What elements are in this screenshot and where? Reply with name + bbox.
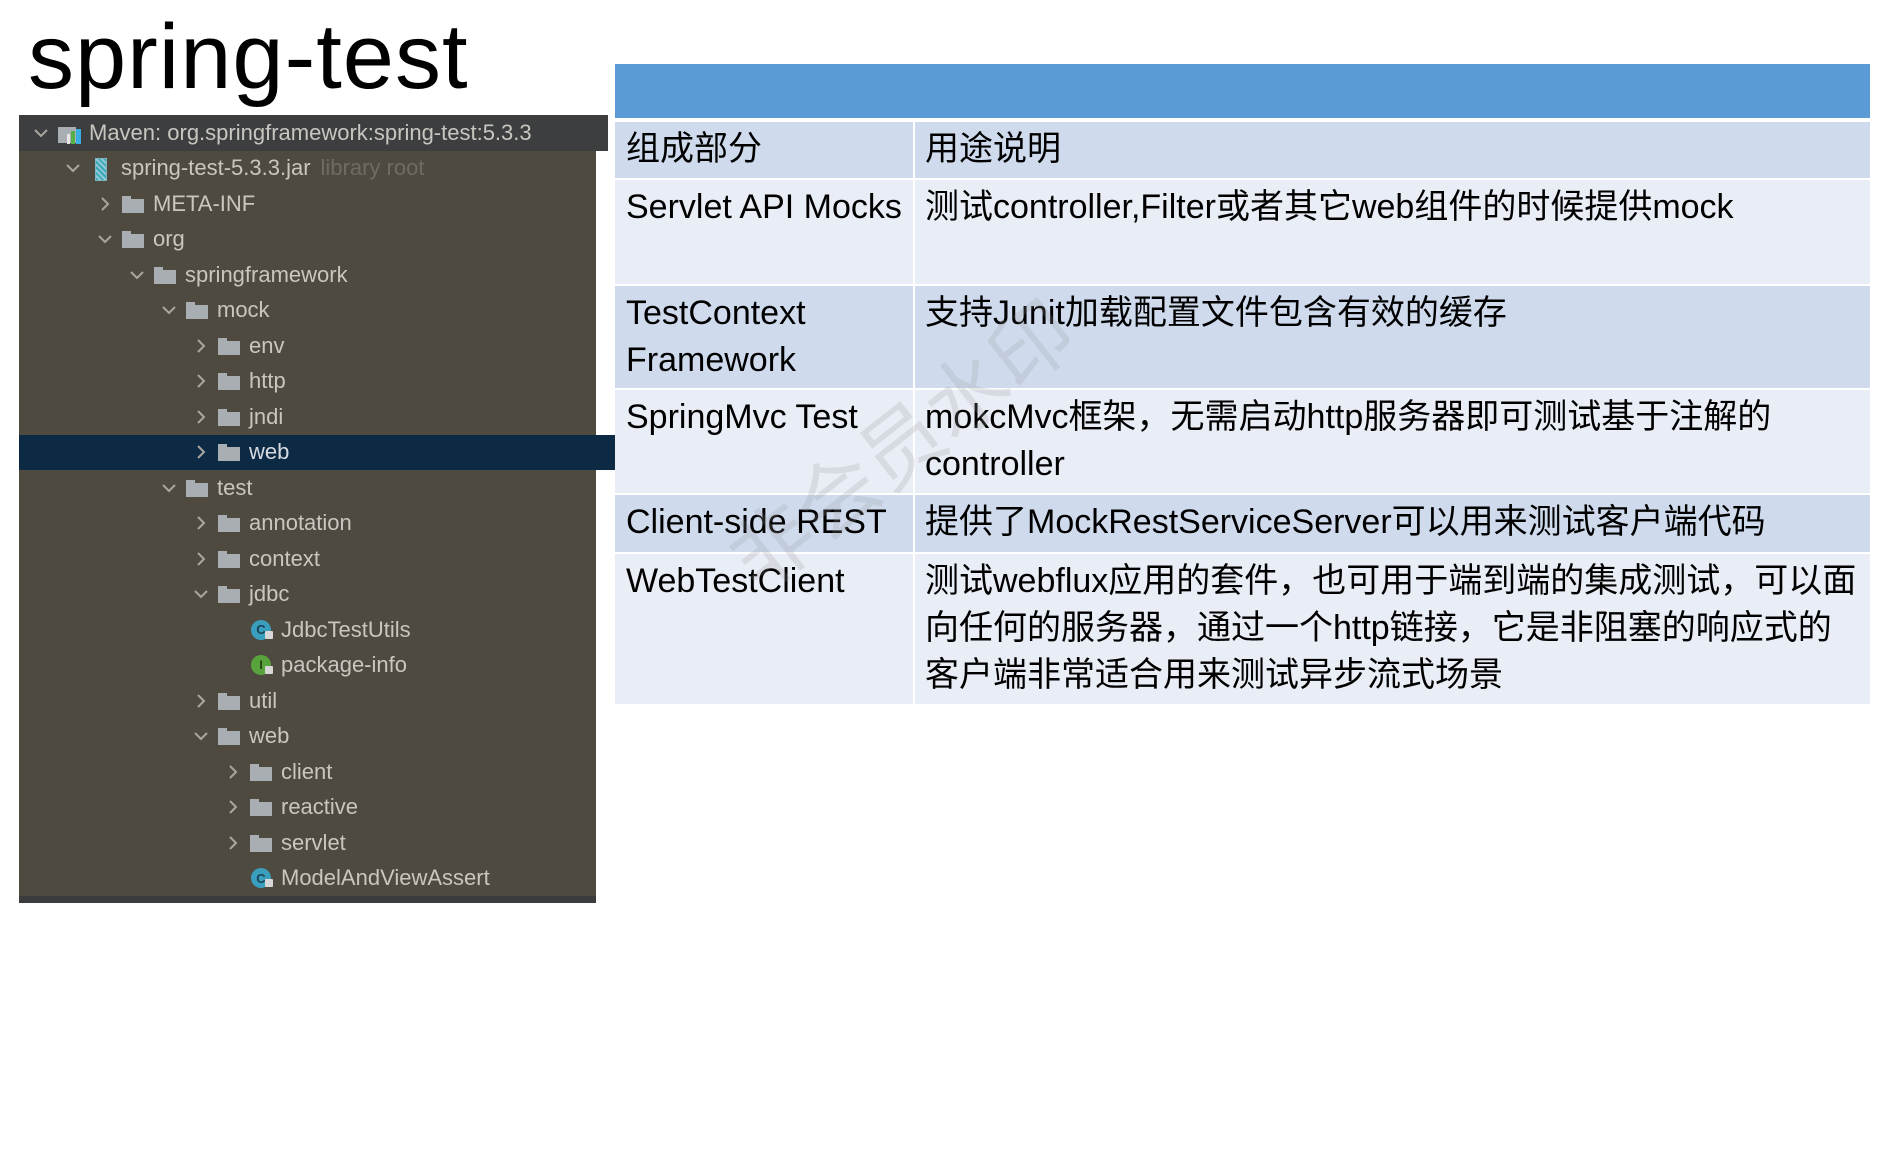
folder-icon — [217, 406, 243, 428]
tree-item[interactable]: C ModelAndViewAssert — [19, 861, 800, 897]
folder-icon — [249, 761, 275, 783]
folder-icon — [217, 512, 243, 534]
chevron-down-icon[interactable] — [191, 584, 211, 604]
tree-item-label: annotation — [249, 510, 352, 536]
tree-item-label: jdbc — [249, 581, 290, 607]
component-cell: TestContext Framework — [615, 286, 915, 388]
tree-item[interactable]: web — [19, 719, 768, 755]
table-row: TestContext Framework 支持Junit加载配置文件包含有效的… — [615, 286, 1870, 390]
component-cell: Client-side REST — [615, 495, 915, 552]
chevron-right-icon[interactable] — [191, 407, 211, 427]
tree-item[interactable]: servlet — [19, 825, 800, 861]
folder-icon — [185, 477, 211, 499]
project-tree-panel: Maven: org.springframework:spring-test:5… — [19, 115, 768, 903]
description-cell: 支持Junit加载配置文件包含有效的缓存 — [925, 294, 1507, 332]
chevron-down-icon[interactable] — [31, 123, 51, 143]
chevron-right-icon[interactable] — [223, 833, 243, 853]
table-row: WebTestClient 测试webflux应用的套件，也可用于端到端的集成测… — [615, 554, 1870, 706]
chevron-right-icon[interactable] — [191, 336, 211, 356]
tree-item-label: ModelAndViewAssert — [281, 865, 490, 891]
tree-item[interactable]: reactive — [19, 790, 800, 826]
class-icon: C — [249, 867, 275, 889]
tree-item[interactable]: Maven: org.springframework:spring-test:5… — [19, 115, 608, 151]
folder-icon — [153, 264, 179, 286]
folder-icon — [217, 335, 243, 357]
tree-item[interactable]: client — [19, 754, 800, 790]
jar-icon — [89, 157, 115, 182]
tree-item[interactable]: springframework — [19, 257, 704, 293]
tree-item[interactable]: org — [19, 222, 672, 258]
component-cell: SpringMvc Test — [615, 390, 915, 493]
folder-icon — [217, 690, 243, 712]
chevron-right-icon[interactable] — [95, 194, 115, 214]
folder-icon — [217, 548, 243, 570]
component-cell: Servlet API Mocks — [615, 180, 915, 284]
folder-icon — [217, 725, 243, 747]
folder-icon — [249, 832, 275, 854]
tree-item-label: client — [281, 758, 333, 784]
folder-icon — [217, 441, 243, 463]
tree-item-label: web — [249, 723, 290, 749]
chevron-right-icon[interactable] — [191, 513, 211, 533]
folder-icon — [121, 193, 147, 215]
folder-icon — [121, 228, 147, 250]
tree-item-label: web — [249, 439, 290, 465]
tree-item-label: reactive — [281, 794, 359, 820]
tree-item-label: context — [249, 545, 320, 571]
chevron-right-icon[interactable] — [223, 762, 243, 782]
chevron-down-icon[interactable] — [63, 158, 83, 178]
description-cell: 测试webflux应用的套件，也可用于端到端的集成测试，可以面向任何的服务器，通… — [925, 562, 1857, 694]
table-row: SpringMvc Test mokcMvc框架，无需启动http服务器即可测试… — [615, 390, 1870, 495]
tree-item-label: mock — [217, 297, 270, 323]
tree-item-label: util — [249, 687, 278, 713]
chevron-down-icon[interactable] — [159, 300, 179, 320]
chevron-right-icon[interactable] — [191, 371, 211, 391]
tree-item[interactable]: META-INF — [19, 186, 672, 222]
tree-item-label: http — [249, 368, 286, 394]
components-table: 组成部分 用途说明 Servlet API Mocks 测试controller… — [615, 122, 1870, 706]
tree-item-label: Maven: org.springframework:spring-test:5… — [89, 119, 532, 145]
tree-scrollbar-strip — [19, 896, 596, 903]
table-row: Client-side REST 提供了MockRestServiceServe… — [615, 495, 1870, 554]
tree-item-label: springframework — [185, 261, 348, 287]
table-header-row: 组成部分 用途说明 — [615, 122, 1870, 180]
column-header-component: 组成部分 — [615, 122, 915, 178]
tree-item-label: spring-test-5.3.3.jar — [121, 155, 311, 181]
chevron-right-icon[interactable] — [223, 797, 243, 817]
library-root-hint: library root — [320, 155, 425, 181]
tree-item-label: jndi — [249, 403, 284, 429]
folder-icon — [249, 796, 275, 818]
chevron-right-icon[interactable] — [191, 549, 211, 569]
description-cell: mokcMvc框架，无需启动http服务器即可测试基于注解的controller — [925, 398, 1772, 483]
maven-library-icon — [57, 122, 83, 144]
description-cell: 测试controller,Filter或者其它web组件的时候提供mock — [925, 188, 1734, 226]
tree-item-label: env — [249, 332, 285, 358]
tree-item-label: JdbcTestUtils — [281, 616, 411, 642]
folder-icon — [217, 583, 243, 605]
description-cell: 提供了MockRestServiceServer可以用来测试客户端代码 — [925, 503, 1766, 541]
tree-item-label: servlet — [281, 829, 346, 855]
folder-icon — [217, 370, 243, 392]
component-cell: WebTestClient — [615, 554, 915, 704]
column-header-description: 用途说明 — [925, 130, 1061, 168]
folder-icon — [185, 299, 211, 321]
chevron-down-icon[interactable] — [159, 478, 179, 498]
interface-icon: I — [249, 654, 275, 676]
chevron-right-icon[interactable] — [191, 691, 211, 711]
tree-item[interactable]: spring-test-5.3.3.jar library root — [19, 151, 640, 187]
class-icon: C — [249, 619, 275, 641]
tree-item-label: META-INF — [153, 190, 256, 216]
chevron-right-icon[interactable] — [191, 442, 211, 462]
table-row: Servlet API Mocks 测试controller,Filter或者其… — [615, 180, 1870, 286]
slide-title: spring-test — [28, 6, 469, 108]
tree-item-label: test — [217, 474, 253, 500]
tree-item-label: package-info — [281, 652, 407, 678]
table-header-bar — [615, 64, 1870, 118]
tree-item-label: org — [153, 226, 185, 252]
chevron-down-icon[interactable] — [191, 726, 211, 746]
chevron-down-icon[interactable] — [95, 229, 115, 249]
chevron-down-icon[interactable] — [127, 265, 147, 285]
